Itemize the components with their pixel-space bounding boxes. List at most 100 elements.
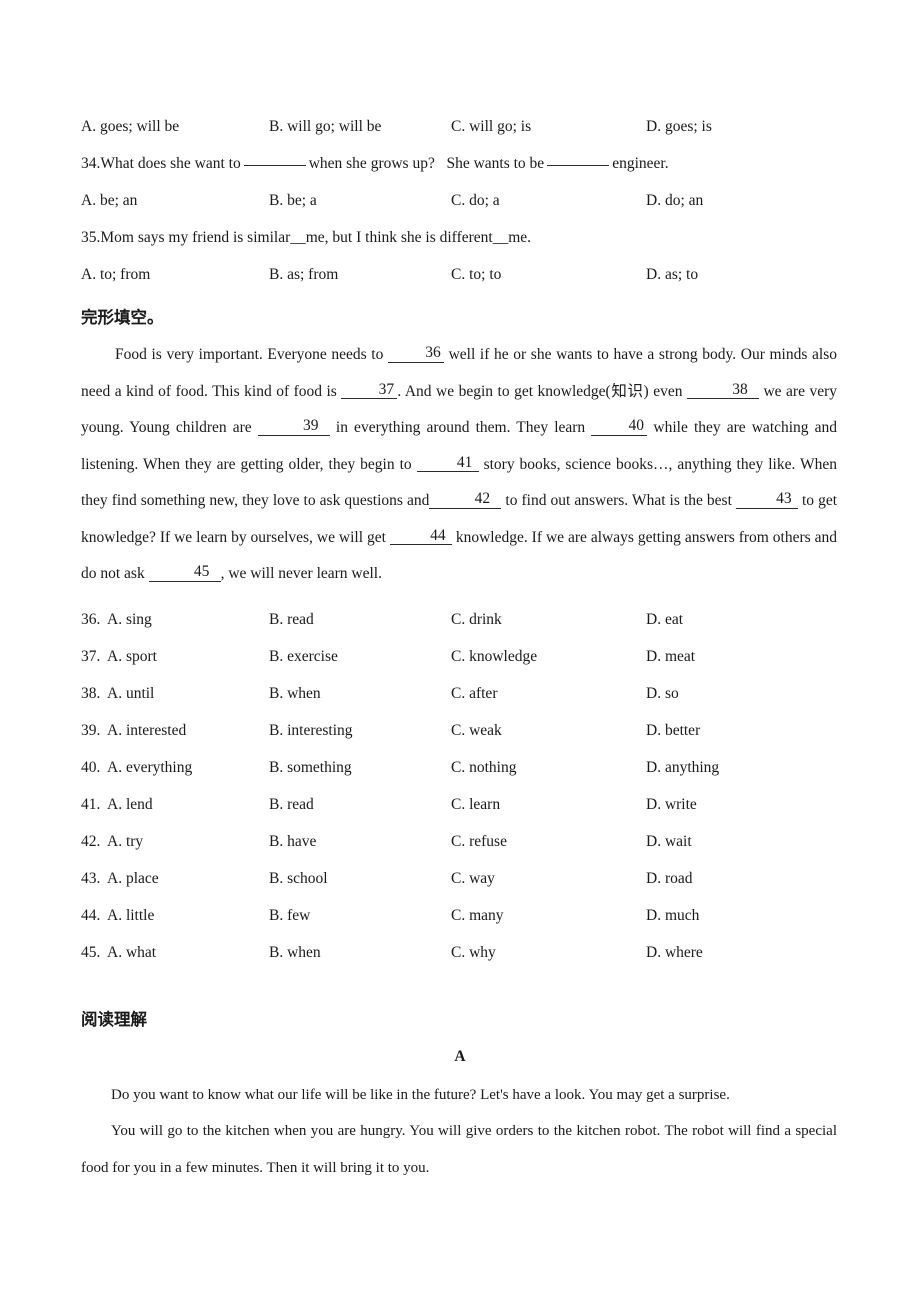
option-d[interactable]: D. better <box>646 712 700 749</box>
cloze-option-row: 45. A. what B. when C. why D. where <box>81 934 839 971</box>
option-c[interactable]: C. why <box>451 934 496 971</box>
question-34-options-row: A. be; an B. be; a C. do; a D. do; an <box>81 182 839 219</box>
question-34-text-1: 34.What does she want to <box>81 155 241 172</box>
option-a[interactable]: A. to; from <box>81 256 150 293</box>
option-a[interactable]: A. everything <box>107 749 192 786</box>
option-d[interactable]: D. write <box>646 786 697 823</box>
option-c[interactable]: C. way <box>451 860 495 897</box>
option-c[interactable]: C. to; to <box>451 256 501 293</box>
option-b[interactable]: B. when <box>269 934 321 971</box>
cloze-blank-43[interactable]: 43 <box>735 491 798 509</box>
cloze-blank-36[interactable]: 36 <box>387 345 444 363</box>
question-34-blank-1[interactable] <box>243 165 306 166</box>
option-d[interactable]: D. where <box>646 934 703 971</box>
option-d[interactable]: D. much <box>646 897 699 934</box>
option-b[interactable]: B. few <box>269 897 310 934</box>
option-c[interactable]: C. learn <box>451 786 500 823</box>
option-a[interactable]: A. be; an <box>81 182 137 219</box>
option-b[interactable]: B. have <box>269 823 316 860</box>
cloze-option-row: 36. A. sing B. read C. drink D. eat <box>81 601 839 638</box>
option-b[interactable]: B. when <box>269 675 321 712</box>
cloze-option-row: 44. A. little B. few C. many D. much <box>81 897 839 934</box>
option-a[interactable]: A. until <box>107 675 154 712</box>
option-d[interactable]: D. do; an <box>646 182 703 219</box>
option-c[interactable]: C. will go; is <box>451 108 531 145</box>
option-a[interactable]: A. sing <box>107 601 152 638</box>
cloze-option-row: 40. A. everything B. something C. nothin… <box>81 749 839 786</box>
passage-text: Food is very important. Everyone needs t… <box>115 346 384 363</box>
exam-page: A. goes; will be B. will go; will be C. … <box>0 0 920 1302</box>
question-33-options-row: A. goes; will be B. will go; will be C. … <box>81 108 839 145</box>
option-a[interactable]: A. goes; will be <box>81 108 179 145</box>
option-c[interactable]: C. do; a <box>451 182 500 219</box>
option-c[interactable]: C. knowledge <box>451 638 537 675</box>
cloze-option-row: 41. A. lend B. read C. learn D. write <box>81 786 839 823</box>
option-c[interactable]: C. weak <box>451 712 502 749</box>
passage-text: , we will never learn well. <box>220 565 382 582</box>
option-b[interactable]: B. something <box>269 749 352 786</box>
option-b[interactable]: B. exercise <box>269 638 338 675</box>
option-a[interactable]: A. interested <box>107 712 186 749</box>
option-b[interactable]: B. interesting <box>269 712 353 749</box>
cloze-blank-41[interactable]: 41 <box>416 454 479 472</box>
cloze-blank-45[interactable]: 45 <box>148 564 221 582</box>
question-34-text-4: engineer. <box>612 155 669 172</box>
option-b[interactable]: B. school <box>269 860 328 897</box>
cloze-blank-39[interactable]: 39 <box>257 418 330 436</box>
option-a[interactable]: A. little <box>107 897 154 934</box>
option-d[interactable]: D. goes; is <box>646 108 712 145</box>
reading-section-heading: 阅读理解 <box>81 1009 147 1029</box>
option-c[interactable]: C. many <box>451 897 504 934</box>
passage-text: in everything around them. They learn <box>335 419 586 436</box>
cloze-blank-37[interactable]: 37 <box>341 381 398 399</box>
question-34-text-3: She wants to be <box>446 155 545 172</box>
option-c[interactable]: C. after <box>451 675 497 712</box>
passage-text: . And we begin to get knowledge(知识) even <box>397 382 683 400</box>
question-number: 40. <box>81 758 101 776</box>
option-c[interactable]: C. nothing <box>451 749 516 786</box>
cloze-blank-44[interactable]: 44 <box>389 527 452 545</box>
option-d[interactable]: D. wait <box>646 823 692 860</box>
reading-passage-label: A <box>454 1047 466 1065</box>
cloze-option-row: 43. A. place B. school C. way D. road <box>81 860 839 897</box>
option-c[interactable]: C. drink <box>451 601 502 638</box>
cloze-option-row: 38. A. until B. when C. after D. so <box>81 675 839 712</box>
page-content: A. goes; will be B. will go; will be C. … <box>81 108 839 1186</box>
question-34-stem: 34.What does she want to when she grows u… <box>81 145 839 182</box>
cloze-blank-40[interactable]: 40 <box>591 418 648 436</box>
option-b[interactable]: B. read <box>269 601 314 638</box>
cloze-options-list: 36. A. sing B. read C. drink D. eat 37. … <box>81 601 839 971</box>
cloze-blank-42[interactable]: 42 <box>429 491 502 509</box>
question-34-text-2: when she grows up? <box>308 155 435 172</box>
option-c[interactable]: C. refuse <box>451 823 507 860</box>
option-a[interactable]: A. place <box>107 860 159 897</box>
option-a[interactable]: A. lend <box>107 786 153 823</box>
question-number: 42. <box>81 832 101 850</box>
question-35-options-row: A. to; from B. as; from C. to; to D. as;… <box>81 256 839 293</box>
option-d[interactable]: D. anything <box>646 749 719 786</box>
option-a[interactable]: A. what <box>107 934 156 971</box>
question-number: 45. <box>81 943 101 961</box>
option-d[interactable]: D. as; to <box>646 256 698 293</box>
option-d[interactable]: D. eat <box>646 601 683 638</box>
option-b[interactable]: B. be; a <box>269 182 317 219</box>
question-number: 41. <box>81 795 101 813</box>
option-b[interactable]: B. as; from <box>269 256 338 293</box>
question-number: 39. <box>81 721 101 739</box>
question-number: 44. <box>81 906 101 924</box>
option-a[interactable]: A. sport <box>107 638 157 675</box>
option-a[interactable]: A. try <box>107 823 143 860</box>
question-34-blank-2[interactable] <box>547 165 610 166</box>
cloze-passage: Food is very important. Everyone needs t… <box>81 337 837 593</box>
cloze-blank-38[interactable]: 38 <box>686 381 759 399</box>
reading-paragraph-1: Do you want to know what our life will b… <box>111 1086 730 1103</box>
option-d[interactable]: D. road <box>646 860 693 897</box>
option-d[interactable]: D. meat <box>646 638 695 675</box>
option-b[interactable]: B. will go; will be <box>269 108 381 145</box>
passage-text: to find out answers. What is the best <box>505 492 732 509</box>
question-35-stem: 35.Mom says my friend is similar__me, bu… <box>81 229 532 246</box>
option-b[interactable]: B. read <box>269 786 314 823</box>
option-d[interactable]: D. so <box>646 675 679 712</box>
question-number: 37. <box>81 647 101 665</box>
question-number: 43. <box>81 869 101 887</box>
